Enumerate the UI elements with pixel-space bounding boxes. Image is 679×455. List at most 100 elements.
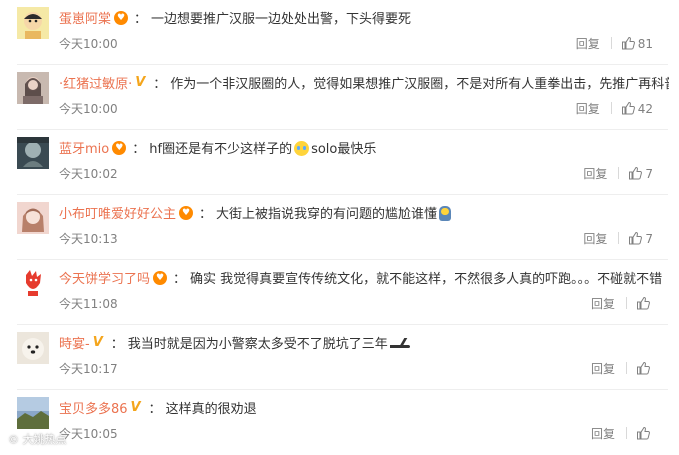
avatar-image bbox=[17, 397, 49, 429]
comment-text-continued: solo最快乐 bbox=[311, 142, 377, 157]
reply-button[interactable]: 回复 bbox=[591, 359, 615, 379]
verified-v-icon bbox=[131, 401, 143, 415]
comment-text: 一边想要推广汉服一边处处出警，下头得要死 bbox=[151, 12, 412, 27]
avatar[interactable] bbox=[17, 267, 49, 299]
comment-item: 今天饼学习了吗 ：确实 我觉得真要宣传传统文化，就不能这样，不然很多人真的吓跑。。… bbox=[0, 260, 679, 325]
avatar[interactable] bbox=[17, 7, 49, 39]
like-button[interactable] bbox=[636, 424, 653, 444]
like-count: 7 bbox=[645, 167, 653, 181]
verified-v-icon bbox=[135, 76, 147, 90]
shoe-icon bbox=[389, 338, 410, 348]
username[interactable]: ·红猪过敏原· bbox=[59, 77, 132, 92]
avatar[interactable] bbox=[17, 202, 49, 234]
comment-item: 蛋崽阿棠 ：一边想要推广汉服一边处处出警，下头得要死 今天10:00 回复 81 bbox=[0, 0, 679, 65]
heart-badge-icon bbox=[114, 11, 129, 25]
reply-button[interactable]: 回复 bbox=[591, 424, 615, 444]
reply-button[interactable]: 回复 bbox=[583, 164, 607, 184]
timestamp: 今天10:02 bbox=[59, 167, 118, 181]
comment-actions: 回复 7 bbox=[583, 229, 653, 249]
avatar[interactable] bbox=[17, 137, 49, 169]
username[interactable]: 小布叮唯爱好好公主 bbox=[59, 207, 176, 222]
timestamp: 今天10:13 bbox=[59, 232, 118, 246]
avatar-image bbox=[17, 72, 49, 104]
timestamp: 今天10:00 bbox=[59, 102, 118, 116]
thumbs-up-icon bbox=[621, 101, 635, 115]
action-divider bbox=[610, 102, 612, 114]
timestamp: 今天11:08 bbox=[59, 297, 118, 311]
username[interactable]: 今天饼学习了吗 bbox=[59, 272, 150, 287]
comment-item: 時宴- ：我当时就是因为小警察太多受不了脱坑了三年 今天10:17 回复 bbox=[0, 325, 679, 390]
thumbs-up-icon bbox=[637, 296, 650, 310]
avatar[interactable] bbox=[17, 72, 49, 104]
comment-item: 宝贝多多86 ：这样真的很劝退 今天10:05 回复 bbox=[0, 390, 679, 455]
like-button[interactable]: 42 bbox=[621, 99, 653, 119]
comment-text: 这样真的很劝退 bbox=[165, 402, 257, 417]
colon-separator: ： bbox=[134, 12, 148, 27]
comment-actions: 回复 bbox=[591, 424, 653, 444]
colon-separator: ： bbox=[199, 207, 213, 222]
comment-actions: 回复 42 bbox=[576, 99, 653, 119]
heart-badge-icon bbox=[153, 271, 168, 285]
colon-separator: ： bbox=[132, 142, 146, 157]
comment-item: ·红猪过敏原· ：作为一个非汉服圈的人，觉得如果想推广汉服圈，不是对所有人重拳出击… bbox=[0, 65, 679, 130]
reply-button[interactable]: 回复 bbox=[583, 229, 607, 249]
colon-separator: ： bbox=[110, 337, 124, 352]
like-count: 42 bbox=[637, 102, 653, 116]
action-divider bbox=[618, 167, 620, 179]
thumbs-up-icon bbox=[637, 426, 650, 440]
action-divider bbox=[610, 37, 612, 49]
thumbs-up-icon bbox=[629, 166, 643, 180]
avatar-image bbox=[17, 7, 49, 39]
colon-separator: ： bbox=[173, 272, 187, 287]
username[interactable]: 蓝牙mio bbox=[59, 142, 109, 157]
comment-actions: 回复 81 bbox=[576, 34, 653, 54]
colon-separator: ： bbox=[153, 77, 167, 92]
colon-separator: ： bbox=[148, 402, 162, 417]
avatar[interactable] bbox=[17, 332, 49, 364]
like-button[interactable]: 7 bbox=[628, 229, 653, 249]
action-divider bbox=[626, 362, 627, 374]
timestamp: 今天10:05 bbox=[59, 427, 118, 441]
thumbs-up-icon bbox=[621, 36, 635, 50]
like-button[interactable]: 7 bbox=[628, 164, 653, 184]
username[interactable]: 宝贝多多86 bbox=[59, 402, 128, 417]
avatar-image bbox=[17, 332, 49, 364]
action-divider bbox=[626, 427, 627, 439]
like-count: 81 bbox=[637, 37, 653, 51]
thumbs-up-icon bbox=[629, 231, 643, 245]
comment-text: 作为一个非汉服圈的人，觉得如果想推广汉服圈，不是对所有人重拳出击，先推广再科普 bbox=[170, 77, 669, 92]
like-button[interactable] bbox=[636, 294, 653, 314]
username[interactable]: 時宴- bbox=[59, 337, 90, 352]
watermark: © 大姚热点 bbox=[8, 433, 67, 446]
username[interactable]: 蛋崽阿棠 bbox=[59, 12, 111, 27]
comment-text: 大街上被指说我穿的有问题的尴尬谁懂 bbox=[216, 207, 438, 222]
timestamp: 今天10:00 bbox=[59, 37, 118, 51]
comment-actions: 回复 7 bbox=[583, 164, 653, 184]
reply-button[interactable]: 回复 bbox=[576, 99, 600, 119]
timestamp: 今天10:17 bbox=[59, 362, 118, 376]
like-button[interactable] bbox=[636, 359, 653, 379]
action-divider bbox=[626, 297, 627, 309]
comment-text: 确实 我觉得真要宣传传统文化，就不能这样，不然很多人真的吓跑。。。不碰就不错 bbox=[190, 272, 663, 287]
avatar[interactable] bbox=[17, 397, 49, 429]
comment-actions: 回复 bbox=[591, 359, 653, 379]
verified-v-icon bbox=[93, 336, 105, 350]
reply-button[interactable]: 回复 bbox=[576, 34, 600, 54]
comment-item: 小布叮唯爱好好公主 ：大街上被指说我穿的有问题的尴尬谁懂 今天10:13 回复 7 bbox=[0, 195, 679, 260]
comment-text: hf圈还是有不少这样子的 bbox=[149, 142, 293, 157]
comment-text: 我当时就是因为小警察太多受不了脱坑了三年 bbox=[127, 337, 388, 352]
heart-badge-icon bbox=[112, 141, 127, 155]
avatar-image bbox=[17, 267, 49, 299]
thumbs-up-icon bbox=[637, 361, 650, 375]
comment-list: 蛋崽阿棠：一边想要推广汉服一边处处出警，下头得要死 今天10:00 回复81 ·… bbox=[0, 0, 679, 453]
awkward-face-icon bbox=[439, 206, 452, 221]
heart-badge-icon bbox=[179, 206, 194, 220]
comment-item: 蓝牙mio ：hf圈还是有不少这样子的 solo最快乐 今天10:02 回复 7 bbox=[0, 130, 679, 195]
like-button[interactable]: 81 bbox=[621, 34, 653, 54]
like-count: 7 bbox=[645, 232, 653, 246]
crying-face-icon bbox=[294, 141, 310, 156]
reply-button[interactable]: 回复 bbox=[591, 294, 615, 314]
avatar-image bbox=[17, 137, 49, 169]
comment-actions: 回复 bbox=[591, 294, 653, 314]
avatar-image bbox=[17, 202, 49, 234]
